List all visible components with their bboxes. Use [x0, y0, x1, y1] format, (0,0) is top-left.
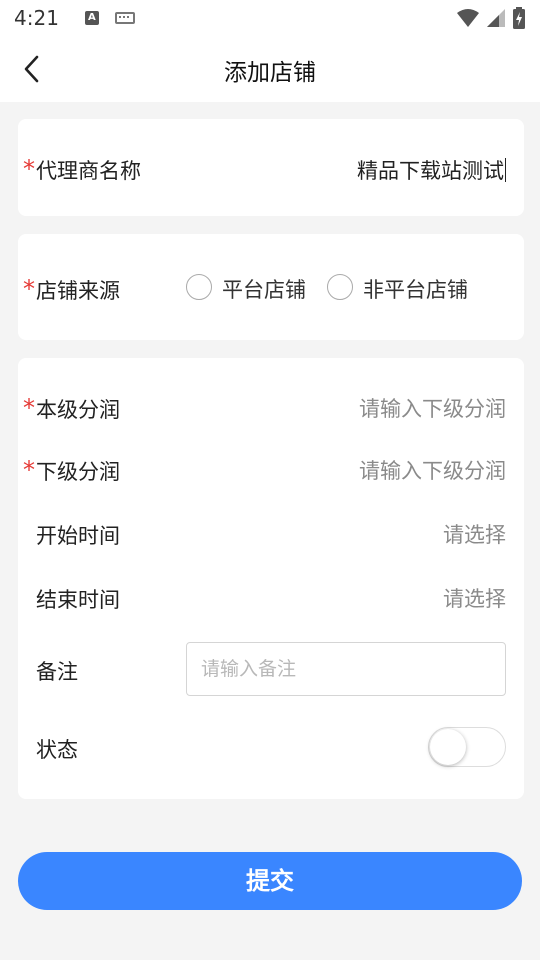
- shop-source-card: * 店铺来源 平台店铺 非平台店铺: [18, 234, 524, 340]
- agent-name-card: * 代理商名称 精品下载站测试: [18, 119, 524, 216]
- battery-charging-icon: [513, 7, 525, 29]
- this-level-share-row[interactable]: * 本级分润 请输入下级分润: [18, 358, 524, 446]
- end-time-label: 结束时间: [36, 588, 120, 612]
- required-mark: *: [23, 275, 35, 303]
- shop-source-label: 店铺来源: [36, 279, 120, 303]
- details-card: * 本级分润 请输入下级分润 * 下级分润 请输入下级分润 开始时间 请选择 结…: [18, 358, 524, 799]
- lower-level-share-row[interactable]: * 下级分润 请输入下级分润: [18, 446, 524, 508]
- required-mark: *: [23, 456, 35, 484]
- end-time-row[interactable]: 结束时间 请选择: [18, 572, 524, 636]
- a-notification-icon: A: [84, 11, 99, 25]
- lower-level-share-input[interactable]: 请输入下级分润: [359, 455, 506, 485]
- wifi-icon: [457, 9, 479, 27]
- this-level-share-label: 本级分润: [36, 398, 120, 422]
- start-time-label: 开始时间: [36, 524, 120, 548]
- remark-input[interactable]: [186, 642, 506, 696]
- start-time-picker[interactable]: 请选择: [443, 519, 506, 549]
- app-header: 添加店铺: [0, 36, 540, 102]
- radio-platform-shop[interactable]: [186, 274, 212, 300]
- shop-source-row: * 店铺来源 平台店铺 非平台店铺: [18, 234, 524, 340]
- status-label: 状态: [36, 738, 78, 762]
- page-title: 添加店铺: [224, 60, 316, 86]
- status-time: 4:21: [14, 6, 59, 30]
- submit-button[interactable]: 提交: [18, 852, 522, 910]
- agent-name-input[interactable]: 精品下载站测试: [357, 155, 506, 185]
- radio-non-platform-shop-label[interactable]: 非平台店铺: [363, 274, 468, 304]
- end-time-picker[interactable]: 请选择: [443, 583, 506, 613]
- radio-platform-shop-label[interactable]: 平台店铺: [222, 274, 306, 304]
- required-mark: *: [23, 155, 35, 183]
- status-toggle[interactable]: [428, 727, 506, 767]
- agent-name-value: 精品下载站测试: [357, 159, 504, 183]
- status-bar: 4:21 A: [0, 0, 540, 36]
- agent-name-row[interactable]: * 代理商名称 精品下载站测试: [18, 119, 524, 216]
- radio-non-platform-shop[interactable]: [327, 274, 353, 300]
- status-row: 状态: [18, 712, 524, 788]
- signal-icon: [487, 9, 505, 27]
- agent-name-label: 代理商名称: [36, 159, 141, 183]
- keyboard-icon: [114, 12, 135, 24]
- start-time-row[interactable]: 开始时间 请选择: [18, 508, 524, 572]
- required-mark: *: [23, 394, 35, 422]
- status-icons: [456, 7, 526, 29]
- remark-label: 备注: [36, 660, 78, 684]
- remark-row: 备注: [18, 636, 524, 712]
- text-caret: [505, 158, 506, 182]
- this-level-share-input[interactable]: 请输入下级分润: [359, 393, 506, 423]
- lower-level-share-label: 下级分润: [36, 460, 120, 484]
- toggle-knob: [430, 729, 466, 765]
